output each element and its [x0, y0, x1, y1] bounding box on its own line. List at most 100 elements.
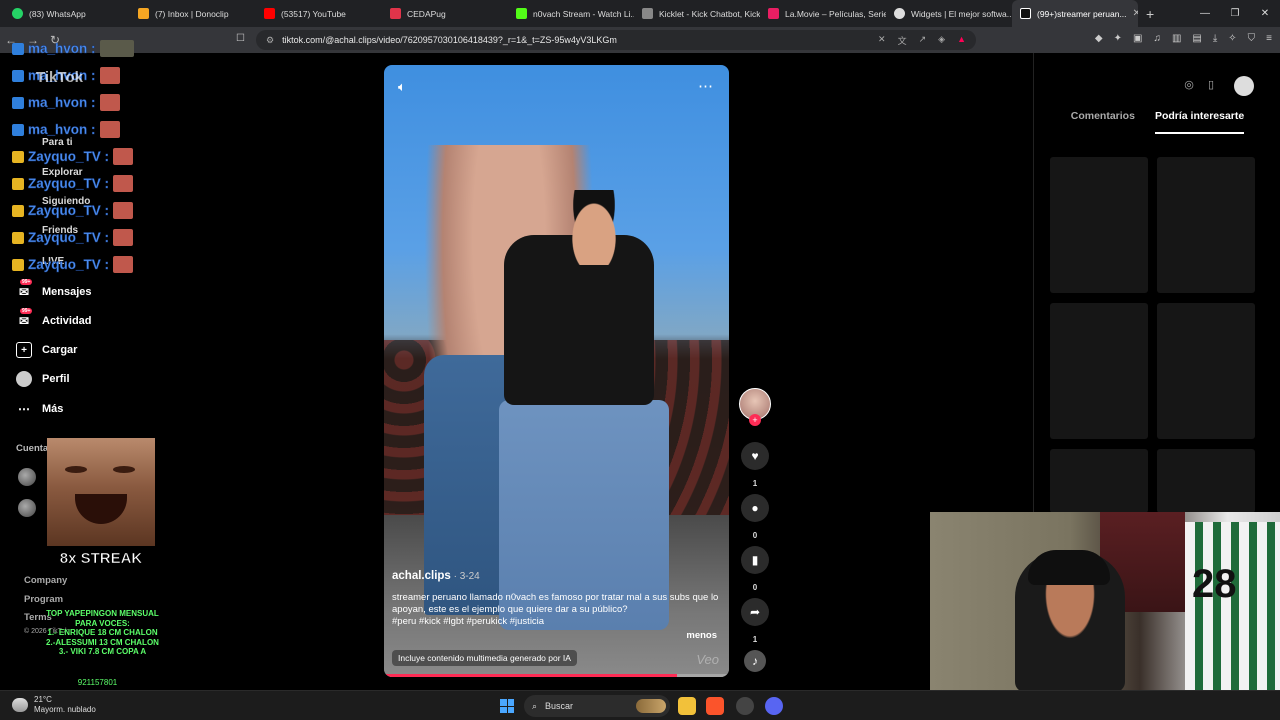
share-button[interactable]: ➦ 1: [738, 598, 772, 644]
tab-tiktok-active[interactable]: (99+)streamer peruan... ✕: [1012, 0, 1138, 27]
whatsapp-icon: [12, 8, 23, 19]
temperature: 21°C: [34, 695, 52, 704]
tab-comments[interactable]: Comentarios: [1071, 110, 1135, 134]
youtube-icon: [264, 8, 275, 19]
discord-icon[interactable]: [765, 697, 783, 715]
bookmark-icon[interactable]: ☐: [236, 33, 245, 44]
address-bar[interactable]: ⚙ tiktok.com/@achal.clips/video/76209570…: [256, 30, 976, 50]
ai-icon[interactable]: ✧: [1228, 33, 1236, 44]
tiktok-logo[interactable]: TikTok: [36, 69, 83, 86]
sidebar-icon[interactable]: ▥: [1172, 33, 1181, 44]
search-highlight-icon: [636, 699, 666, 713]
extension-icon[interactable]: ◆: [1095, 33, 1103, 44]
share-arrow-icon[interactable]: ➦: [741, 598, 769, 626]
file-explorer-icon[interactable]: [678, 697, 696, 715]
tab-might-interest[interactable]: Podría interesarte: [1154, 110, 1245, 134]
right-panel: ◎ ▯ Comentarios Podría interesarte: [1033, 53, 1280, 513]
suggested-video-card[interactable]: [1157, 157, 1255, 293]
video-progress-bar[interactable]: [384, 674, 729, 677]
crown-badge-icon: [12, 177, 24, 190]
tab-kicklet[interactable]: Kicklet - Kick Chatbot, Kick...: [634, 0, 760, 27]
tab-lamovie[interactable]: La.Movie – Películas, Serie...: [760, 0, 886, 27]
nav-para-ti[interactable]: Para ti: [42, 137, 73, 148]
tab-label: Kicklet - Kick Chatbot, Kick...: [659, 8, 760, 19]
brave-shield-icon[interactable]: ◈: [938, 34, 945, 47]
mute-icon[interactable]: ✕: [878, 34, 886, 47]
like-button[interactable]: ♥ 1: [738, 442, 772, 488]
brave-rewards-icon[interactable]: ▲: [957, 34, 966, 47]
minimize-button[interactable]: —: [1190, 8, 1220, 19]
comment-icon[interactable]: ●: [741, 494, 769, 522]
progress-fill: [384, 674, 678, 677]
follow-plus-icon[interactable]: +: [749, 414, 761, 426]
device-icon[interactable]: ▯: [1203, 78, 1219, 94]
chat-username: Zayquo_TV :: [28, 176, 110, 191]
footer-company[interactable]: Company: [24, 575, 67, 586]
user-avatar[interactable]: [1234, 76, 1254, 96]
hashtags[interactable]: #peru #kick #lgbt #perukick #justicia: [392, 616, 544, 627]
man-head: [564, 190, 624, 265]
tab-cedapug[interactable]: CEDAPug: [382, 0, 508, 27]
explore-icon[interactable]: ◎: [1181, 78, 1197, 94]
footer-program[interactable]: Program: [24, 594, 63, 605]
weather-widget[interactable]: 21°C Mayorm. nublado: [12, 695, 96, 715]
less-button[interactable]: menos: [686, 630, 717, 641]
vpn-icon[interactable]: ⛉: [1248, 33, 1256, 44]
nav-perfil[interactable]: Perfil: [16, 371, 70, 387]
crown-badge-icon: [12, 231, 24, 244]
crown-badge-icon: [12, 204, 24, 217]
account-avatar[interactable]: [18, 499, 36, 517]
tab-kick-stream[interactable]: n0vach Stream - Watch Li...: [508, 0, 634, 27]
taskbar-search[interactable]: ⌕ Buscar: [524, 695, 670, 717]
author-avatar-button[interactable]: +: [738, 388, 772, 426]
comment-button[interactable]: ● 0: [738, 494, 772, 540]
suggested-video-card[interactable]: [1050, 157, 1148, 293]
tab-donoclip[interactable]: (7) Inbox | Donoclip: [130, 0, 256, 27]
video-player[interactable]: 🔈︎ ⋯ achal.clips · 3-24 streamer peruano…: [384, 65, 729, 677]
sound-button[interactable]: ♪: [738, 650, 772, 672]
tab-whatsapp[interactable]: (83) WhatsApp: [4, 0, 130, 27]
brave-browser-icon[interactable]: [706, 697, 724, 715]
close-window-button[interactable]: ✕: [1250, 8, 1280, 19]
tab-youtube[interactable]: (53517) YouTube: [256, 0, 382, 27]
notification-badge: 99+: [20, 308, 33, 314]
puzzle-icon[interactable]: ✦: [1114, 33, 1122, 44]
heart-icon[interactable]: ♥: [741, 442, 769, 470]
author-name[interactable]: achal.clips: [392, 570, 451, 582]
volume-icon[interactable]: 🔈︎: [398, 79, 406, 95]
suggested-video-card[interactable]: [1050, 449, 1148, 513]
bookmark-icon[interactable]: ▮: [741, 546, 769, 574]
video-author[interactable]: achal.clips · 3-24: [392, 570, 480, 582]
app-icon[interactable]: [736, 697, 754, 715]
wallet-icon[interactable]: ▤: [1192, 33, 1201, 44]
menu-icon[interactable]: ≡: [1266, 33, 1272, 44]
nav-cargar[interactable]: + Cargar: [16, 342, 77, 358]
suggested-video-card[interactable]: [1157, 449, 1255, 513]
nav-mensajes[interactable]: ✉ 99+ Mensajes: [16, 279, 92, 300]
nav-label: Perfil: [42, 373, 70, 385]
site-info-icon[interactable]: ⚙: [266, 35, 274, 46]
new-tab-button[interactable]: +: [1146, 6, 1154, 22]
music-disc-icon[interactable]: ♪: [744, 650, 766, 672]
windows-start-icon[interactable]: [500, 699, 514, 713]
suggested-video-card[interactable]: [1157, 303, 1255, 439]
save-button[interactable]: ▮ 0: [738, 546, 772, 592]
tab-label: (7) Inbox | Donoclip: [155, 8, 229, 19]
screenshot-icon[interactable]: ▣: [1133, 33, 1142, 44]
translate-icon[interactable]: 文: [898, 34, 907, 47]
download-icon[interactable]: ⤓: [1213, 33, 1217, 44]
tab-widgets[interactable]: Widgets | El mejor softwa...: [886, 0, 1012, 27]
tab-label: (99+)streamer peruan...: [1037, 8, 1127, 19]
suggested-video-card[interactable]: [1050, 303, 1148, 439]
music-icon[interactable]: ♫: [1153, 33, 1161, 44]
nav-mas[interactable]: ⋯ Más: [16, 401, 63, 417]
cedapug-icon: [390, 8, 401, 19]
share-icon[interactable]: ↗: [919, 34, 927, 47]
close-icon[interactable]: ✕: [1133, 8, 1138, 19]
browser-toolbar: ← → ↻ ☐ ⚙ tiktok.com/@achal.clips/video/…: [0, 27, 1280, 53]
nav-label: Más: [42, 403, 64, 415]
maximize-button[interactable]: ❐: [1220, 8, 1250, 19]
more-options-icon[interactable]: ⋯: [698, 77, 713, 95]
nav-actividad[interactable]: ✉ 99+ Actividad: [16, 308, 92, 329]
account-avatar[interactable]: [18, 468, 36, 486]
